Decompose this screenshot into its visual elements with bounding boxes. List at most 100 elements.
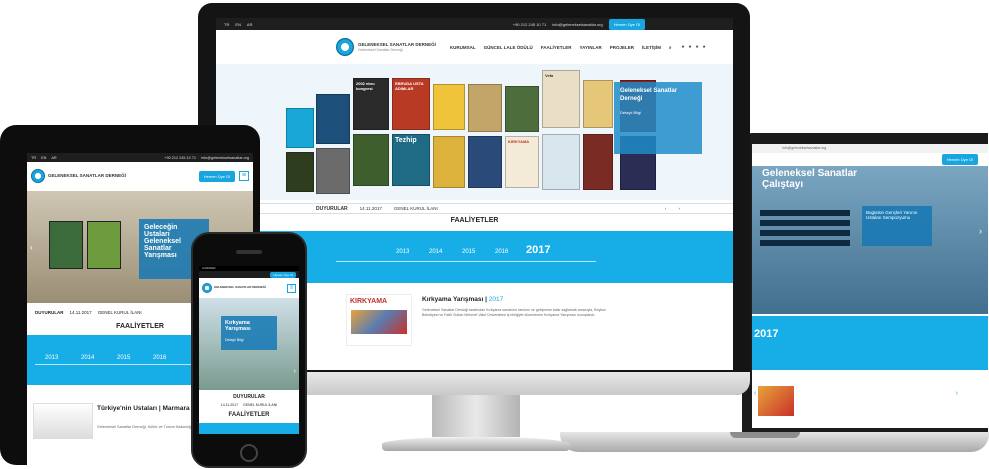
phone-news-date: 14.11.2017 bbox=[220, 403, 239, 407]
main-menu: KURUMSAL GÜNCEL LALE ÖDÜLÜ FAALİYETLER Y… bbox=[450, 45, 672, 50]
topbar-phone: +90 212 245 10 71 bbox=[512, 21, 547, 27]
menu-iletisim[interactable]: İLETİŞİM bbox=[642, 45, 661, 50]
hero-book bbox=[583, 80, 613, 128]
tablet-menu-icon[interactable]: ≡ bbox=[239, 171, 249, 181]
tablet-news-date: 14.11.2017 bbox=[69, 309, 92, 315]
year-2015[interactable]: 2015 bbox=[462, 249, 475, 255]
hero-book: KIRKYAMA bbox=[505, 136, 539, 188]
phone-next-icon[interactable]: › bbox=[294, 368, 296, 375]
tablet-nav: GELENEKSEL SANATLAR DERNEĞİ Hemen Üye Ol… bbox=[27, 162, 253, 190]
activity-title-text: Kırkyama Yarışması bbox=[422, 296, 484, 303]
activity-title-year: 2017 bbox=[488, 296, 504, 303]
phone-cta-button[interactable]: Hemen Üye Ol bbox=[270, 271, 296, 278]
activity-title[interactable]: Kırkyama Yarışması | 2017 bbox=[422, 296, 503, 303]
facebook-icon[interactable]: ● bbox=[689, 44, 692, 50]
tablet-hero-book bbox=[49, 221, 83, 269]
hero-book: Vefa bbox=[542, 70, 580, 128]
hero-book bbox=[468, 136, 502, 188]
menu-lale-odulu[interactable]: GÜNCEL LALE ÖDÜLÜ bbox=[484, 45, 533, 50]
phone-logo-icon[interactable] bbox=[202, 283, 212, 293]
site-logo[interactable]: GELENEKSEL SANATLAR DERNEĞİ Geleneksel S… bbox=[336, 38, 436, 56]
topbar-email[interactable]: info@gelenekselsanatlar.org bbox=[552, 22, 603, 27]
logo-line2: Geleneksel Sanatlar Derneği bbox=[358, 47, 403, 52]
activity-thumbnail-label: KIRKYAMA bbox=[350, 298, 388, 305]
tablet-logo-icon[interactable] bbox=[31, 169, 45, 183]
laptop-topbar: info@gelenekselsanatlar.org bbox=[752, 144, 988, 153]
twitter-icon[interactable]: ● bbox=[682, 44, 685, 50]
phone-activities-title: FAALİYETLER bbox=[228, 412, 270, 418]
year-2014[interactable]: 2014 bbox=[429, 249, 442, 255]
lang-ar[interactable]: AR bbox=[247, 22, 253, 27]
news-prev-icon[interactable]: ‹ bbox=[665, 206, 667, 211]
phone-hero-link[interactable]: Detaylı Bilgi bbox=[225, 338, 273, 342]
social-links: ● ● ● ● bbox=[682, 44, 706, 50]
tablet-year-2016[interactable]: 2016 bbox=[153, 355, 166, 361]
hero-caption: Geleneksel Sanatlar Derneği Detaylı Bilg… bbox=[614, 82, 702, 154]
youtube-icon[interactable]: ● bbox=[703, 44, 706, 50]
laptop-next-detail-icon[interactable]: › bbox=[956, 390, 958, 397]
activity-thumbnail: KIRKYAMA bbox=[346, 294, 412, 346]
phone-hero: Kırkyama Yarışması Detaylı Bilgi › bbox=[199, 298, 299, 390]
year-2013[interactable]: 2013 bbox=[396, 249, 409, 255]
menu-kurumsal[interactable]: KURUMSAL bbox=[450, 45, 476, 50]
monitor-topbar: TR EN AR +90 212 245 10 71 info@geleneks… bbox=[216, 18, 733, 30]
phone-menu-icon[interactable]: ≡ bbox=[287, 283, 296, 293]
monitor-foot bbox=[382, 437, 570, 451]
logo-mark-icon bbox=[336, 38, 354, 56]
tablet-cta-button[interactable]: Hemen Üye Ol bbox=[198, 170, 235, 182]
laptop-year: 2017 bbox=[754, 328, 779, 340]
phone-news-label: DUYURULAR bbox=[233, 394, 265, 400]
hero-caption-link[interactable]: Detaylı Bilgi bbox=[620, 110, 696, 115]
laptop-next-icon[interactable]: › bbox=[979, 226, 982, 236]
instagram-icon[interactable]: ● bbox=[696, 44, 699, 50]
phone-topbar: Hemen Üye Ol bbox=[199, 271, 299, 278]
phone-news-text[interactable]: GENEL KURUL İLANI bbox=[243, 403, 277, 407]
monitor-nav: GELENEKSEL SANATLAR DERNEĞİ Geleneksel S… bbox=[216, 30, 733, 64]
tablet-year-2014[interactable]: 2014 bbox=[81, 355, 94, 361]
phone-screen: CARRIER Hemen Üye Ol GELENEKSEL SANATLAR… bbox=[199, 266, 299, 434]
tablet-detail-thumb bbox=[33, 403, 93, 439]
tablet-lang-tr[interactable]: TR bbox=[31, 156, 36, 160]
phone-hero-title: Kırkyama Yarışması bbox=[225, 320, 251, 332]
menu-faaliyetler[interactable]: FAALİYETLER bbox=[541, 45, 572, 50]
activity-detail: KIRKYAMA Kırkyama Yarışması | 2017 Gelen… bbox=[336, 288, 636, 368]
laptop-detail: ‹ › bbox=[752, 372, 988, 428]
laptop-thumb bbox=[758, 386, 794, 416]
phone-speaker bbox=[236, 250, 262, 254]
laptop-hero-card: Bugünün Gençleri Yarının Ustaları Sempoz… bbox=[862, 206, 932, 246]
phone-nav: GELENEKSEL SANATLAR DERNEĞİ ≡ bbox=[199, 278, 299, 298]
news-next-icon[interactable]: › bbox=[678, 206, 680, 211]
laptop-cta-button[interactable]: Hemen Üye Ol bbox=[941, 153, 978, 165]
lang-en[interactable]: EN bbox=[235, 22, 241, 27]
tablet-lang-ar[interactable]: AR bbox=[51, 156, 56, 160]
phone-news: 14.11.2017 GENEL KURUL İLANI bbox=[199, 403, 299, 407]
hero-book bbox=[433, 136, 465, 188]
monitor-cta-button[interactable]: Hemen Üye Ol bbox=[608, 18, 645, 30]
year-2016[interactable]: 2016 bbox=[495, 249, 508, 255]
tablet-logo-text: GELENEKSEL SANATLAR DERNEĞİ bbox=[48, 173, 126, 179]
lang-tr[interactable]: TR bbox=[224, 22, 229, 27]
news-date: 14.11.2017 bbox=[359, 206, 382, 211]
laptop-prev-icon[interactable]: ‹ bbox=[754, 390, 756, 397]
menu-projeler[interactable]: PROJELER bbox=[610, 45, 634, 50]
tablet-hero-book bbox=[87, 221, 121, 269]
laptop-nav: Hemen Üye Ol bbox=[752, 153, 988, 165]
tablet-lang-en[interactable]: EN bbox=[41, 156, 46, 160]
news-label: DUYURULAR bbox=[316, 205, 348, 212]
tablet-prev-icon[interactable]: ‹ bbox=[30, 243, 33, 252]
tablet-year-2013[interactable]: 2013 bbox=[45, 355, 58, 361]
hero-book bbox=[583, 134, 613, 190]
hero-book bbox=[316, 148, 350, 194]
search-icon[interactable]: ⌕ bbox=[669, 45, 672, 50]
tablet-year-2015[interactable]: 2015 bbox=[117, 355, 130, 361]
menu-yayinlar[interactable]: YAYINLAR bbox=[580, 45, 602, 50]
logo-line1: GELENEKSEL SANATLAR DERNEĞİ bbox=[358, 42, 436, 48]
laptop-hero-title: Geleneksel Sanatlar Çalıştayı bbox=[762, 168, 858, 190]
tablet-email[interactable]: info@gelenekselsanatlar.org bbox=[201, 156, 249, 160]
phone-home-button[interactable] bbox=[240, 444, 258, 462]
news-text[interactable]: GENEL KURUL İLANI bbox=[394, 206, 438, 211]
activity-body: Geleneksel Sanatlar Derneği tarafından K… bbox=[422, 308, 606, 318]
year-2017-current[interactable]: 2017 bbox=[526, 244, 550, 256]
tablet-news-text[interactable]: GENEL KURUL İLANI bbox=[98, 310, 142, 315]
hero-caption-title: Geleneksel Sanatlar Derneği bbox=[620, 88, 678, 102]
